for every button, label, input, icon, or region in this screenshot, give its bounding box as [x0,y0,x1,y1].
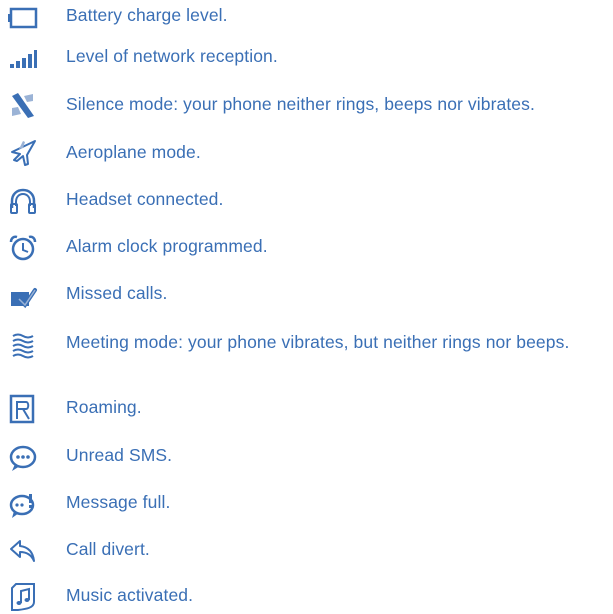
list-item-label: Alarm clock programmed. [66,236,268,256]
list-item-label: Message full. [66,492,171,512]
meeting-mode-icon [6,328,40,362]
headset-icon [6,184,40,218]
silence-mode-icon [6,88,40,122]
list-item-label: Music activated. [66,585,194,605]
aeroplane-icon [6,136,40,170]
list-item-label: Meeting mode: your phone vibrates, but n… [66,332,570,352]
list-item-label: Headset connected. [66,189,224,209]
list-item-label: Call divert. [66,539,150,559]
list-item-label: Battery charge level. [66,5,228,25]
list-item-label: Level of network reception. [66,46,278,66]
signal-bars-icon [6,42,40,76]
list-item-label: Unread SMS. [66,445,173,465]
music-icon [6,580,40,614]
call-divert-icon [6,534,40,568]
list-item-label: Roaming. [66,397,142,417]
alarm-clock-icon [6,231,40,265]
missed-call-icon [6,280,40,314]
message-full-icon [6,488,40,522]
list-item-label: Silence mode: your phone neither rings, … [66,94,535,114]
list-item-label: Aeroplane mode. [66,142,201,162]
unread-sms-icon [6,441,40,475]
battery-icon [6,1,40,35]
roaming-icon [6,392,40,426]
list-item-label: Missed calls. [66,283,168,303]
